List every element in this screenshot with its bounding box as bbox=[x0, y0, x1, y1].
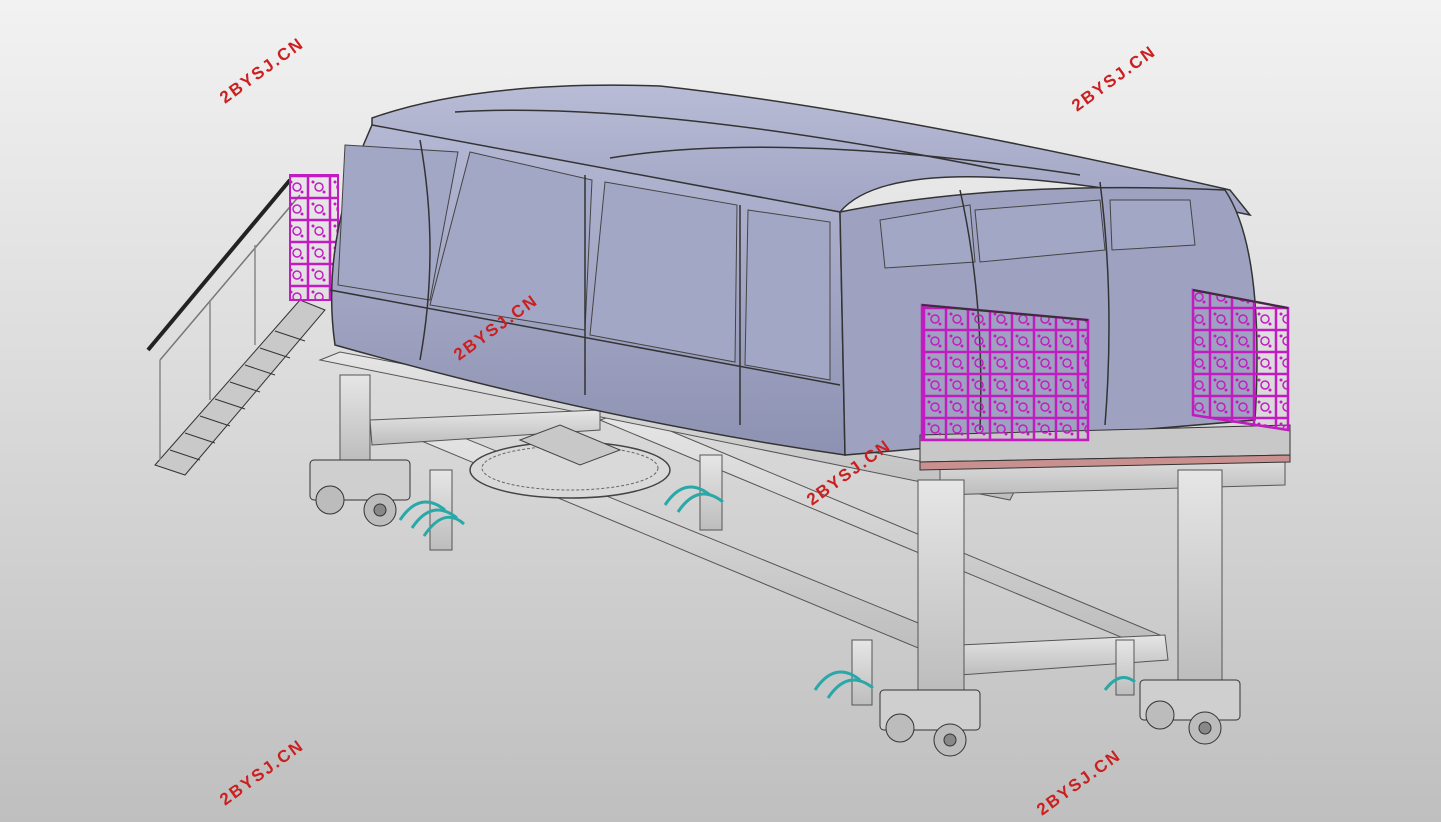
cad-viewport[interactable]: 2BYSJ.CN 2BYSJ.CN 2BYSJ.CN 2BYSJ.CN 2BYS… bbox=[0, 0, 1441, 822]
cad-3d-model bbox=[146, 84, 1291, 757]
wheel-bogie-right bbox=[1139, 679, 1241, 745]
staircase bbox=[146, 174, 339, 476]
wheel-bogie-front bbox=[879, 689, 981, 757]
wheel-bogie-left bbox=[309, 459, 411, 527]
cabin bbox=[329, 84, 1291, 471]
